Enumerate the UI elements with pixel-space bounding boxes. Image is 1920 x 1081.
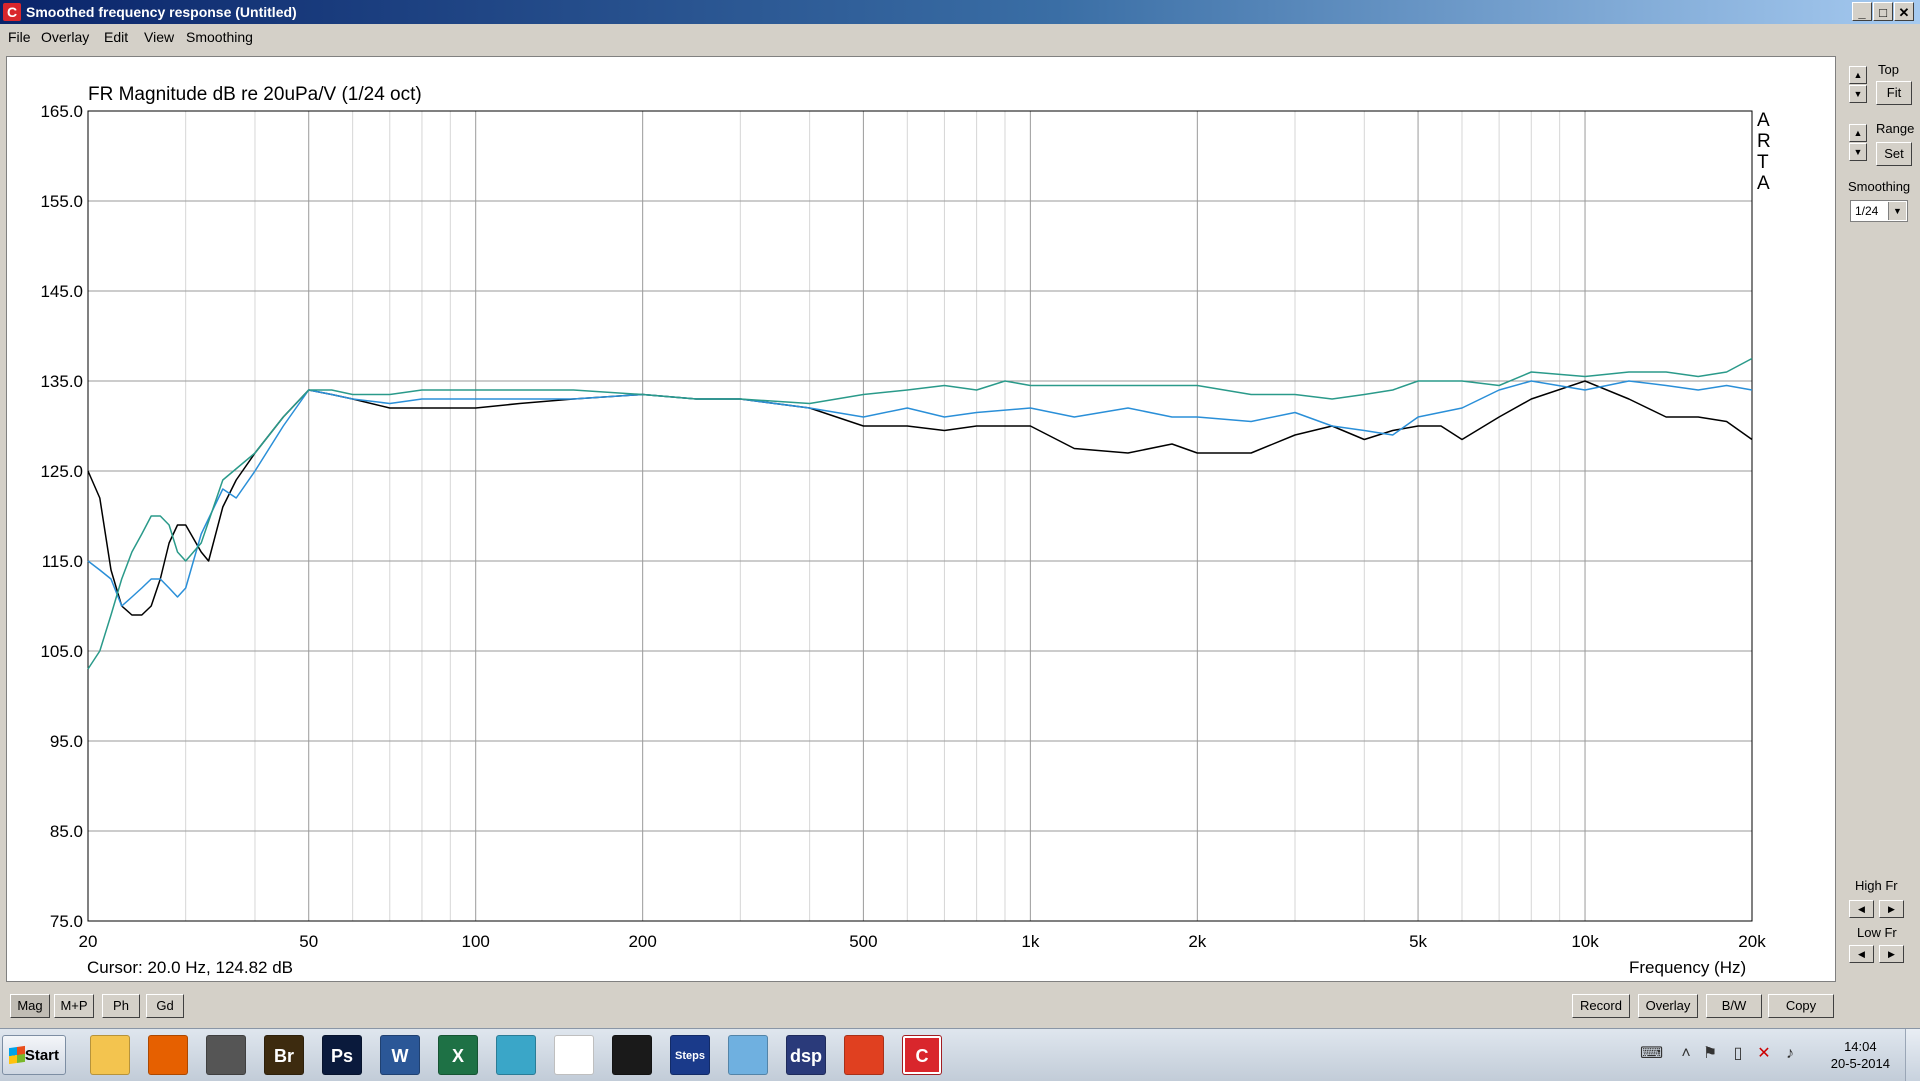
explorer-icon[interactable]	[90, 1035, 130, 1075]
start-label: Start	[24, 1047, 59, 1064]
excel-icon[interactable]: X	[438, 1035, 478, 1075]
smoothing-value: 1/24	[1855, 204, 1879, 218]
power-icon[interactable]: ▯	[1728, 1043, 1748, 1065]
fit-button[interactable]: Fit	[1876, 81, 1912, 105]
x-tick-label: 100	[462, 932, 490, 951]
series-black-line	[87, 380, 1753, 616]
office-icon[interactable]	[844, 1035, 884, 1075]
copy-button[interactable]: Copy	[1768, 994, 1834, 1018]
smoothing-select[interactable]: 1/24 ▼	[1850, 200, 1908, 222]
steps-icon[interactable]: Steps	[670, 1035, 710, 1075]
m-plus-p-button[interactable]: M+P	[54, 994, 94, 1018]
series-teal-line	[87, 357, 1753, 670]
high-fr-left-arrow-icon[interactable]: ◀	[1849, 900, 1874, 918]
arta-letter-a1: A	[1757, 110, 1770, 131]
gd-button[interactable]: Gd	[146, 994, 184, 1018]
y-tick-label: 145.0	[40, 282, 83, 301]
x-tick-label: 10k	[1571, 932, 1599, 951]
calculator-app-icon[interactable]	[496, 1035, 536, 1075]
low-fr-label: Low Fr	[1857, 925, 1897, 940]
x-tick-label: 50	[299, 932, 318, 951]
y-tick-label: 155.0	[40, 192, 83, 211]
ph-button[interactable]: Ph	[102, 994, 140, 1018]
overlay-button[interactable]: Overlay	[1638, 994, 1698, 1018]
range-up-arrow-icon[interactable]: ▲	[1849, 124, 1867, 142]
x-tick-label: 1k	[1021, 932, 1039, 951]
x-tick-label: 20	[79, 932, 98, 951]
oscilloscope-icon[interactable]	[612, 1035, 652, 1075]
windows-logo-icon	[9, 1045, 25, 1065]
start-button[interactable]: Start	[2, 1035, 66, 1075]
y-tick-label: 75.0	[50, 912, 83, 931]
arta-icon[interactable]: C	[902, 1035, 942, 1075]
x-tick-label: 2k	[1188, 932, 1206, 951]
top-down-arrow-icon[interactable]: ▼	[1849, 85, 1867, 103]
dsp-icon[interactable]: dsp	[786, 1035, 826, 1075]
minimize-button[interactable]: _	[1852, 2, 1872, 21]
show-desktop-button[interactable]	[1905, 1029, 1920, 1081]
word-icon[interactable]: W	[380, 1035, 420, 1075]
set-button[interactable]: Set	[1876, 142, 1912, 166]
y-tick-label: 85.0	[50, 822, 83, 841]
chart-title: FR Magnitude dB re 20uPa/V (1/24 oct)	[88, 84, 422, 105]
taskbar: Start Br Ps W X Steps dsp C ⌨ ˄ ⚑ ▯ ✕ ♪ 14:04 …	[0, 1028, 1920, 1081]
mag-button[interactable]: Mag	[10, 994, 50, 1018]
arta-letter-r: R	[1757, 131, 1771, 152]
x-tick-label: 5k	[1409, 932, 1427, 951]
record-button[interactable]: Record	[1572, 994, 1630, 1018]
keyboard-icon[interactable]: ⌨	[1640, 1043, 1663, 1065]
bw-button[interactable]: B/W	[1706, 994, 1762, 1018]
frequency-response-chart[interactable]: 20 50 100 200 500 1k 2k 5k 10k 20k 165.0 155.0 145.0…	[0, 0, 1840, 1000]
bridge-icon[interactable]: Br	[264, 1035, 304, 1075]
range-label: Range	[1876, 121, 1915, 136]
smoothing-label: Smoothing	[1848, 179, 1911, 194]
y-tick-label: 125.0	[40, 462, 83, 481]
x-tick-label: 20k	[1738, 932, 1766, 951]
camera-app-icon[interactable]	[206, 1035, 246, 1075]
range-down-arrow-icon[interactable]: ▼	[1849, 143, 1867, 161]
cursor-readout: Cursor: 20.0 Hz, 124.82 dB	[87, 958, 294, 977]
chevron-down-icon[interactable]: ▼	[1888, 202, 1906, 220]
speaker-icon[interactable]: ♪	[1780, 1043, 1800, 1065]
y-tick-label: 105.0	[40, 642, 83, 661]
close-button[interactable]: ✕	[1894, 2, 1914, 21]
chevron-up-icon[interactable]: ˄	[1676, 1043, 1696, 1065]
high-fr-right-arrow-icon[interactable]: ▶	[1879, 900, 1904, 918]
top-label: Top	[1878, 62, 1899, 77]
x-tick-label: 500	[849, 932, 877, 951]
clock-time: 14:04	[1844, 1039, 1877, 1054]
y-tick-label: 95.0	[50, 732, 83, 751]
flag-icon[interactable]: ⚑	[1700, 1043, 1720, 1065]
clock-date: 20-5-2014	[1830, 1056, 1890, 1071]
high-fr-label: High Fr	[1855, 878, 1898, 893]
y-tick-label: 135.0	[40, 372, 83, 391]
network-error-icon[interactable]: ✕	[1754, 1043, 1774, 1065]
plot-frame	[87, 110, 1753, 922]
clock[interactable]: 14:04 20-5-2014	[1831, 1038, 1890, 1072]
top-up-arrow-icon[interactable]: ▲	[1849, 66, 1867, 84]
low-fr-right-arrow-icon[interactable]: ▶	[1879, 945, 1904, 963]
firefox-icon[interactable]	[148, 1035, 188, 1075]
y-tick-label: 165.0	[40, 102, 83, 121]
y-tick-label: 115.0	[42, 552, 83, 571]
arta-letter-t: T	[1757, 152, 1769, 173]
arta-letter-a2: A	[1757, 173, 1770, 194]
x-tick-label: 200	[628, 932, 656, 951]
photoshop-icon[interactable]: Ps	[322, 1035, 362, 1075]
maximize-button[interactable]: □	[1873, 2, 1893, 21]
limp-icon[interactable]	[554, 1035, 594, 1075]
network-app-icon[interactable]	[728, 1035, 768, 1075]
low-fr-left-arrow-icon[interactable]: ◀	[1849, 945, 1874, 963]
x-axis-label: Frequency (Hz)	[1629, 958, 1747, 977]
